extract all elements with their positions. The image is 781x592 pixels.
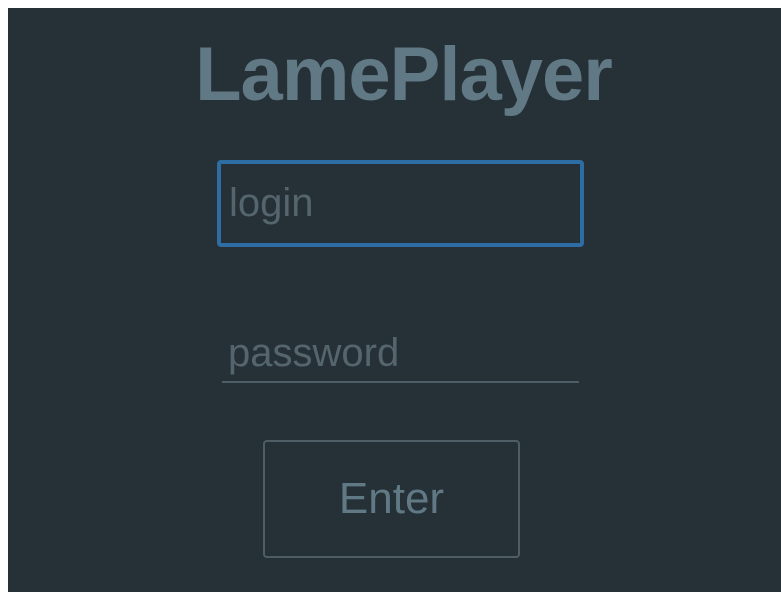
app-title: LamePlayer <box>195 32 613 117</box>
password-input[interactable] <box>222 321 579 383</box>
login-input[interactable] <box>217 160 584 247</box>
enter-button[interactable]: Enter <box>263 440 520 558</box>
login-window: LamePlayer Enter <box>8 8 781 592</box>
